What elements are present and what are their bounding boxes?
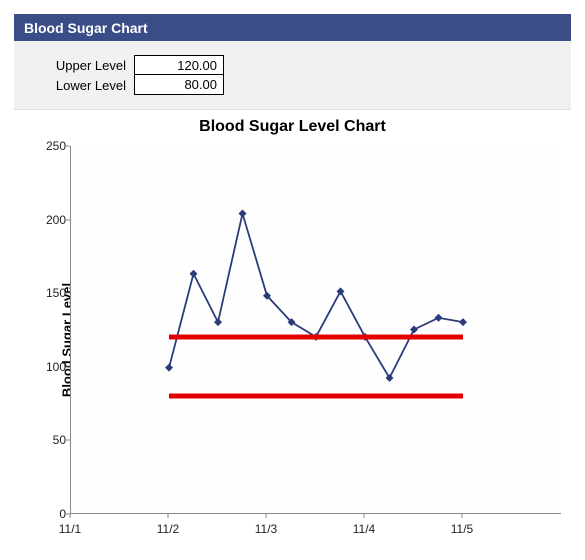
header-bar: Blood Sugar Chart [14,14,571,41]
x-tick-label: 11/2 [157,522,179,536]
plot [70,146,561,514]
y-tick-label: 150 [36,286,66,300]
y-tick-label: 250 [36,139,66,153]
y-tick-label: 200 [36,213,66,227]
chart-area: Blood Sugar Level Chart Blood Sugar Leve… [14,118,571,540]
x-tick-label: 11/3 [255,522,277,536]
plot-wrap: Blood Sugar Level 05010015020025011/111/… [14,140,571,540]
y-tick-label: 100 [36,360,66,374]
y-tick-label: 50 [36,433,66,447]
header-title: Blood Sugar Chart [24,20,148,36]
upper-level-row: Upper Level 120.00 [24,55,561,75]
lower-reference-line [169,394,463,399]
upper-level-label: Upper Level [44,55,134,75]
lower-level-row: Lower Level 80.00 [24,75,561,95]
lower-level-label: Lower Level [44,75,134,95]
chart-title: Blood Sugar Level Chart [14,118,571,136]
x-tick-label: 11/5 [451,522,473,536]
x-tick-label: 11/4 [353,522,375,536]
upper-level-value[interactable]: 120.00 [134,55,224,75]
x-tick-label: 11/1 [59,522,81,536]
y-tick-label: 0 [36,507,66,521]
lower-level-value[interactable]: 80.00 [134,75,224,95]
line-series [71,146,561,513]
levels-panel: Upper Level 120.00 Lower Level 80.00 [14,41,571,110]
upper-reference-line [169,335,463,340]
